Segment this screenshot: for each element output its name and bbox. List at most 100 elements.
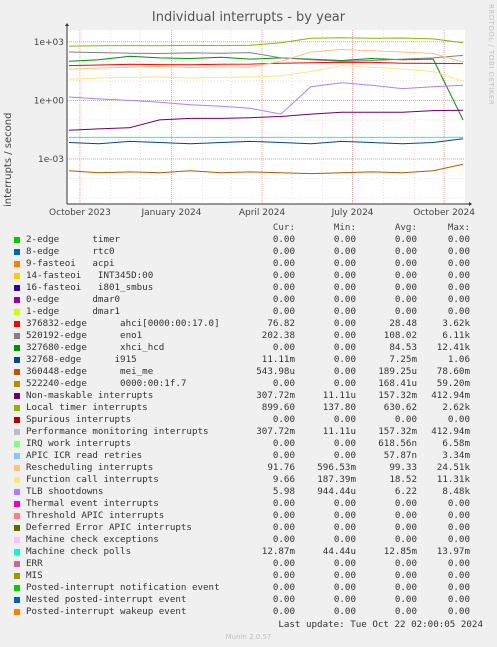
legend-row: 9-fasteoi acpi 0.00 0.00 0.00 0.00 (0, 258, 497, 270)
legend-row: 8-edge rtc0 0.00 0.00 0.00 0.00 (0, 246, 497, 258)
legend-min-value: 0.00 (333, 534, 356, 545)
legend-cur-value: 0.00 (272, 246, 295, 257)
legend-min-value: 0.00 (333, 366, 356, 377)
legend-series-name: Thermal event interrupts (26, 498, 159, 509)
legend-series-name: 0-edge dmar0 (26, 294, 121, 305)
legend-series-name: 8-edge rtc0 (26, 246, 115, 257)
x-axis-arrow (469, 202, 472, 206)
legend-cur-value: 0.00 (272, 522, 295, 533)
legend-row: TLB shootdowns 5.98 944.44u 6.22 8.48k (0, 486, 497, 498)
legend-avg-value: 0.00 (394, 414, 417, 425)
legend-cur-value: 0.00 (272, 582, 295, 593)
legend-row: Posted-interrupt wakeup event 0.00 0.00 0.0… (0, 606, 497, 618)
legend-max-value: 412.94m (431, 426, 470, 437)
legend-swatch (14, 477, 20, 483)
legend-avg-value: 6.22 (394, 486, 417, 497)
legend-cur-value: 0.00 (272, 438, 295, 449)
legend-cur-value: 0.00 (272, 234, 295, 245)
legend-min-value: 0.00 (333, 498, 356, 509)
legend-row: 520192-edge eno1 202.38 0.00 108.02 6.11k (0, 330, 497, 342)
legend-series-name: 32768-edge i915 (26, 354, 137, 365)
legend-min-value: 0.00 (333, 414, 356, 425)
legend-avg-value: 0.00 (394, 522, 417, 533)
legend-max-value: 13.97m (436, 546, 470, 557)
legend-row: 32768-edge i915 11.11m 0.00 7.25m 1.06 (0, 354, 497, 366)
legend-avg-value: 57.87n (383, 450, 417, 461)
legend-max-value: 0.00 (447, 522, 470, 533)
legend-max-value: 3.34m (442, 450, 470, 461)
legend-max-value: 0.00 (447, 258, 470, 269)
legend-header-cur: Cur: (272, 222, 295, 233)
legend-row: Machine check polls 12.87m 44.44u 12.85m 13.… (0, 546, 497, 558)
legend-avg-value: 28.48 (389, 318, 417, 329)
legend-series-name: IRQ work interrupts (26, 438, 132, 449)
legend-series-name: Non-maskable interrupts (26, 390, 154, 401)
legend-series-name: Rescheduling interrupts (26, 462, 154, 473)
legend-swatch (14, 513, 20, 519)
legend-avg-value: 108.02 (383, 330, 417, 341)
legend-avg-value: 0.00 (394, 246, 417, 257)
legend-cur-value: 0.00 (272, 306, 295, 317)
legend-row: Spurious interrupts 0.00 0.00 0.00 0.00 (0, 414, 497, 426)
legend-header-min: Min: (333, 222, 356, 233)
legend-series-name: Posted-interrupt notification event (26, 582, 220, 593)
legend-row: 376832-edge ahci[0000:00:17.0] 76.82 0.00 2… (0, 318, 497, 330)
legend-swatch (14, 405, 20, 411)
legend-row: IRQ work interrupts 0.00 0.00 618.56n 6.58m (0, 438, 497, 450)
legend-avg-value: 0.00 (394, 294, 417, 305)
legend-min-value: 137.80 (322, 402, 356, 413)
legend-cur-value: 307.72m (256, 390, 295, 401)
legend-swatch (14, 573, 20, 579)
legend-avg-value: 0.00 (394, 234, 417, 245)
legend-cur-value: 0.00 (272, 450, 295, 461)
legend-min-value: 0.00 (333, 582, 356, 593)
legend-cur-value: 543.98u (256, 366, 295, 377)
legend-min-value: 0.00 (333, 570, 356, 581)
legend-row: MIS 0.00 0.00 0.00 0.00 (0, 570, 497, 582)
legend-row: Thermal event interrupts 0.00 0.00 0.00 0.00 (0, 498, 497, 510)
legend-avg-value: 0.00 (394, 498, 417, 509)
legend-avg-value: 84.53 (389, 342, 417, 353)
legend-series-name: Machine check polls (26, 546, 132, 557)
legend-series-name: Threshold APIC interrupts (26, 510, 165, 521)
legend-cur-value: 0.00 (272, 258, 295, 269)
legend-avg-value: 0.00 (394, 282, 417, 293)
legend-swatch (14, 357, 20, 363)
legend-cur-value: 0.00 (272, 342, 295, 353)
legend-swatch (14, 465, 20, 471)
legend-max-value: 8.48k (442, 486, 470, 497)
legend-cur-value: 11.11m (261, 354, 295, 365)
legend-max-value: 3.62k (442, 318, 470, 329)
legend-avg-value: 7.25m (389, 354, 417, 365)
legend-series-name: Function call interrupts (26, 474, 159, 485)
legend-min-value: 0.00 (333, 354, 356, 365)
legend-series-name: Posted-interrupt wakeup event (26, 606, 187, 617)
legend-avg-value: 0.00 (394, 306, 417, 317)
legend-cur-value: 76.82 (267, 318, 295, 329)
legend-row: Deferred Error APIC interrupts 0.00 0.00 0.… (0, 522, 497, 534)
legend-swatch (14, 417, 20, 423)
legend-max-value: 0.00 (447, 306, 470, 317)
legend-series-name: 1-edge dmar1 (26, 306, 121, 317)
legend-min-value: 11.11u (322, 390, 356, 401)
legend-swatch (14, 561, 20, 567)
legend-row: 1-edge dmar1 0.00 0.00 0.00 0.00 (0, 306, 497, 318)
legend-row: Function call interrupts 9.66 187.39m 18.52… (0, 474, 497, 486)
legend-min-value: 0.00 (333, 342, 356, 353)
legend-max-value: 1.06 (447, 354, 470, 365)
legend-min-value: 0.00 (333, 438, 356, 449)
legend-min-value: 44.44u (322, 546, 356, 557)
legend-max-value: 0.00 (447, 246, 470, 257)
legend-max-value: 11.31k (436, 474, 470, 485)
legend-avg-value: 189.25u (378, 366, 417, 377)
legend-swatch (14, 249, 20, 255)
legend-swatch (14, 345, 20, 351)
legend-min-value: 944.44u (317, 486, 356, 497)
legend-series-name: APIC ICR read retries (26, 450, 143, 461)
legend-max-value: 0.00 (447, 294, 470, 305)
legend-max-value: 0.00 (447, 594, 470, 605)
legend-cur-value: 307.72m (256, 426, 295, 437)
legend-avg-value: 0.00 (394, 510, 417, 521)
legend-avg-value: 157.32m (378, 390, 417, 401)
legend-avg-value: 0.00 (394, 606, 417, 617)
